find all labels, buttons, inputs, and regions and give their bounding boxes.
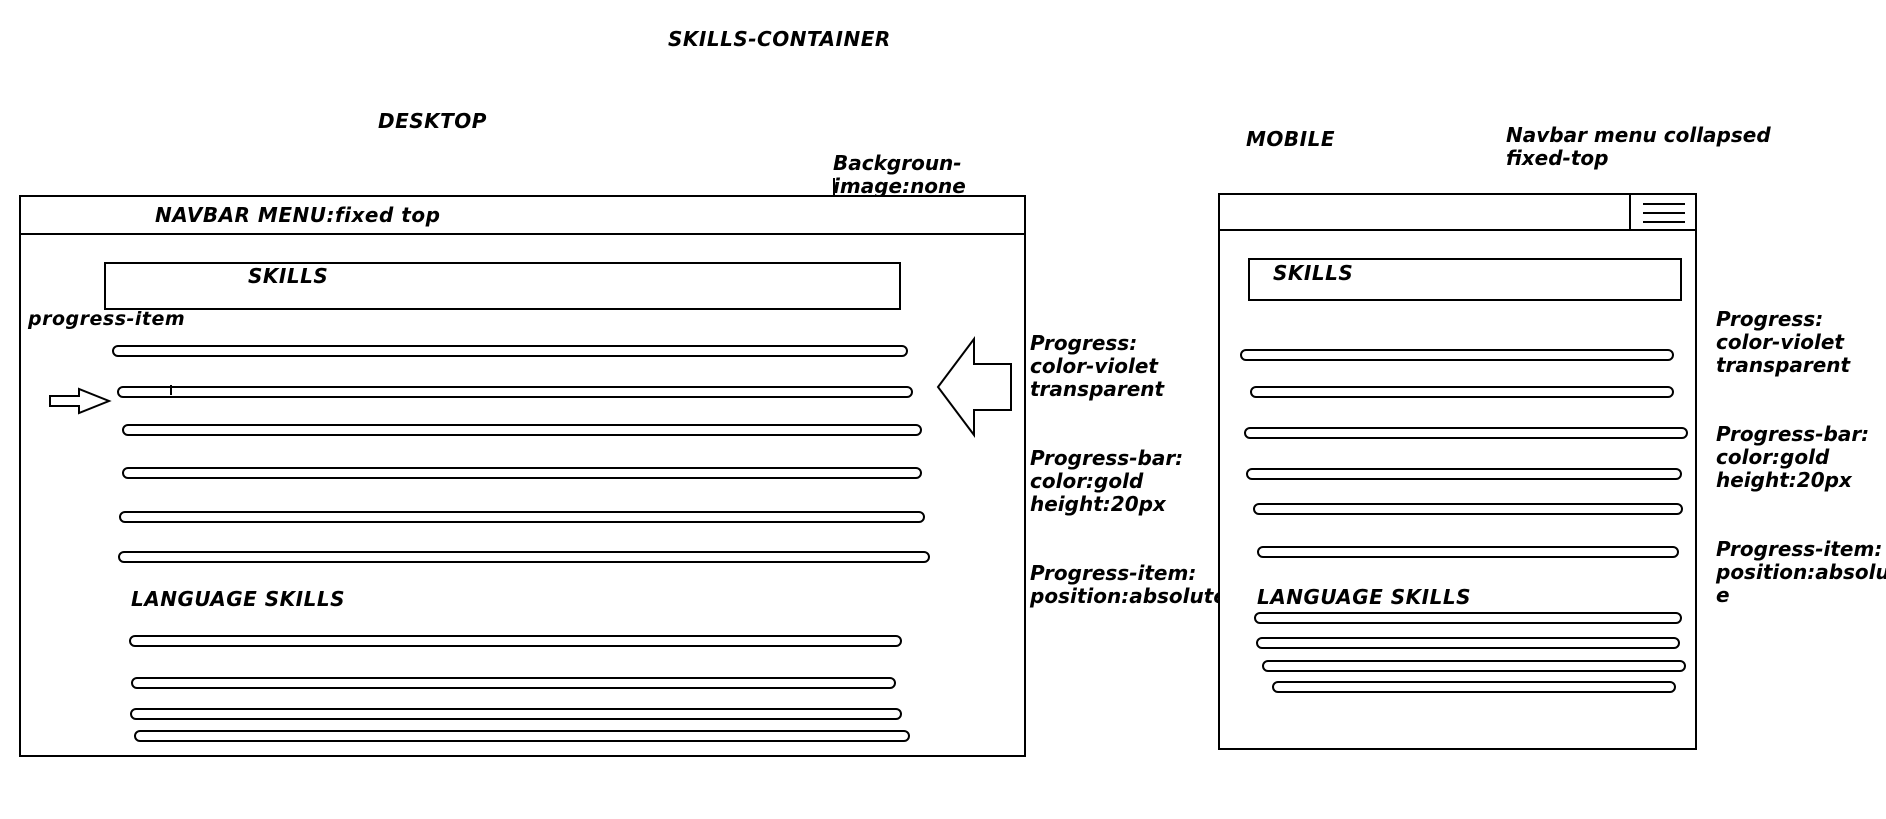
mobile-navbar-note: Navbar menu collapsed fixed-top [1506, 123, 1771, 170]
progress-bar-note: Progress-bar: color:gold height:20px [1716, 422, 1870, 492]
desktop-language-bar [129, 635, 902, 647]
mobile-label: MOBILE [1246, 127, 1335, 151]
mobile-skill-bar [1244, 427, 1688, 439]
desktop-skill-bar [117, 386, 913, 398]
mobile-language-bar [1254, 612, 1682, 624]
mobile-language-bar [1262, 660, 1686, 672]
mobile-language-title: LANGUAGE SKILLS [1257, 585, 1471, 609]
desktop-skills-box [104, 262, 901, 310]
progress-note: Progress: color-violet transparent [1030, 331, 1165, 401]
desktop-language-bar [130, 708, 902, 720]
desktop-language-title: LANGUAGE SKILLS [131, 587, 345, 611]
progress-marker [170, 385, 172, 395]
mobile-navbar-separator [1218, 229, 1695, 231]
hamburger-menu-icon[interactable] [1629, 195, 1695, 231]
mobile-skill-bar [1253, 503, 1683, 515]
desktop-notes: Progress: color-violet transparent Progr… [1030, 309, 1227, 654]
desktop-language-bar [134, 730, 910, 742]
desktop-skill-bar [119, 511, 925, 523]
mobile-language-bar [1272, 681, 1676, 693]
progress-item-label: progress-item [28, 308, 186, 330]
desktop-navbar-label: NAVBAR MENU:fixed top [155, 203, 441, 227]
mobile-skills-title: SKILLS [1273, 261, 1354, 285]
background-note: Backgroun- image:none [833, 151, 966, 198]
page-title: SKILLS-CONTAINER [668, 27, 891, 51]
progress-item-note: Progress-item: position:absolute [1030, 561, 1227, 608]
mobile-skill-bar [1257, 546, 1679, 558]
desktop-skill-bar [122, 467, 922, 479]
desktop-label: DESKTOP [378, 109, 487, 133]
progress-item-note: Progress-item: position:absolut e [1716, 537, 1886, 607]
left-block-arrow-icon [936, 336, 1012, 438]
desktop-skills-title: SKILLS [248, 264, 329, 288]
desktop-navbar-separator [19, 233, 1024, 235]
desktop-skill-bar [112, 345, 908, 357]
desktop-skill-bar [122, 424, 922, 436]
desktop-top-border [19, 195, 835, 197]
background-note-leader [833, 178, 835, 195]
mobile-language-bar [1256, 637, 1680, 649]
pointer-arrow-icon [49, 387, 112, 415]
desktop-language-bar [131, 677, 896, 689]
progress-note: Progress: color-violet transparent [1716, 307, 1851, 377]
progress-bar-note: Progress-bar: color:gold height:20px [1030, 446, 1184, 516]
mobile-skill-bar [1240, 349, 1674, 361]
mobile-skill-bar [1250, 386, 1674, 398]
desktop-skill-bar [118, 551, 930, 563]
mobile-skill-bar [1246, 468, 1682, 480]
mobile-notes: Progress: color-violet transparent Progr… [1716, 285, 1886, 653]
